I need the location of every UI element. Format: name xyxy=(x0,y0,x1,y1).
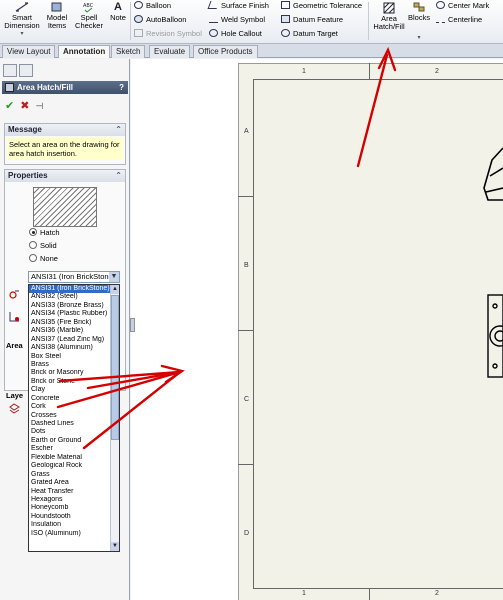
part-view-top xyxy=(483,147,503,201)
red-annotation-arrows xyxy=(56,46,397,450)
part-view-side xyxy=(487,294,503,378)
annotation-overlay xyxy=(56,46,503,450)
